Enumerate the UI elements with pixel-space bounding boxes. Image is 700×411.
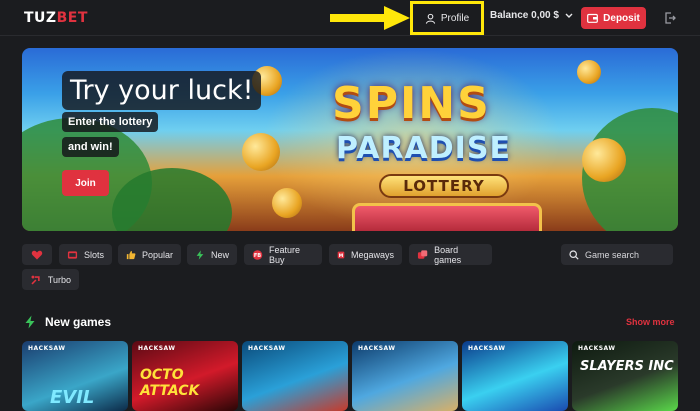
coin-decoration <box>577 60 601 84</box>
banner-subtitle: and win! <box>62 137 119 157</box>
user-icon <box>425 13 435 24</box>
board-games-icon <box>417 249 428 259</box>
thumbs-up-icon <box>126 250 136 259</box>
banner-title: Try your luck! <box>62 71 262 110</box>
section-title: New games <box>45 315 112 329</box>
game-tile[interactable]: HACKSAW EVIL <box>22 341 128 411</box>
game-tile[interactable]: HACKSAW SLAYERS INC <box>572 341 678 411</box>
category-megaways[interactable]: M Megaways <box>329 244 402 265</box>
game-tile[interactable]: HACKSAW <box>462 341 568 411</box>
search-input[interactable] <box>585 249 665 260</box>
category-popular[interactable]: Popular <box>118 244 181 265</box>
deposit-label: Deposit <box>603 12 640 24</box>
turbo-icon <box>31 275 40 284</box>
profile-button[interactable]: Profile <box>410 1 484 35</box>
profile-label: Profile <box>440 12 470 24</box>
category-turbo[interactable]: Turbo <box>22 269 79 290</box>
svg-text:M: M <box>339 252 344 258</box>
arrow-annotation-icon <box>330 6 410 30</box>
category-new[interactable]: New <box>187 244 237 265</box>
balance-dropdown[interactable]: Balance 0,00 $ <box>490 10 573 21</box>
show-more-link[interactable]: Show more <box>626 317 675 327</box>
logout-icon[interactable] <box>663 11 677 25</box>
megaways-icon: M <box>337 251 345 258</box>
site-logo[interactable]: TUZBET <box>24 10 88 26</box>
search-icon <box>569 249 579 260</box>
chevron-down-icon <box>565 13 573 18</box>
balance-label: Balance 0,00 $ <box>490 10 559 21</box>
coin-decoration <box>272 188 302 218</box>
top-header: TUZBET Profile Balance 0,00 $ Deposit <box>0 0 700 36</box>
heart-icon <box>31 250 43 259</box>
game-title: EVIL <box>50 387 95 408</box>
game-tile[interactable]: HACKSAW OCTO ATTACK <box>132 341 238 411</box>
slot-machine-image <box>352 203 542 231</box>
game-tile[interactable]: HACKSAW <box>242 341 348 411</box>
feature-buy-icon: FB <box>252 249 263 260</box>
spins-logo-text: SPINS <box>332 78 491 129</box>
coin-decoration <box>582 138 626 182</box>
game-tile[interactable]: HACKSAW <box>352 341 458 411</box>
game-title: SLAYERS INC <box>580 359 674 374</box>
category-slots[interactable]: Slots <box>59 244 112 265</box>
banner-subtitle: Enter the lottery <box>62 112 159 132</box>
join-button[interactable]: Join <box>62 170 109 196</box>
svg-text:FB: FB <box>254 253 261 259</box>
category-feature-buy[interactable]: FB Feature Buy <box>244 244 322 265</box>
lottery-logo-text: LOTTERY <box>379 174 509 198</box>
promo-banner[interactable]: SPINS PARADISE LOTTERY Try your luck! En… <box>22 48 678 231</box>
lightning-icon <box>196 249 204 260</box>
favorites-chip[interactable] <box>22 244 52 265</box>
category-board-games[interactable]: Board games <box>409 244 492 265</box>
deposit-button[interactable]: Deposit <box>581 7 646 29</box>
wallet-icon <box>587 13 599 23</box>
coin-decoration <box>242 133 280 171</box>
game-search[interactable] <box>561 244 673 265</box>
paradise-logo-text: PARADISE <box>336 131 511 166</box>
lightning-icon <box>25 315 35 329</box>
slot-machine-icon <box>67 250 78 259</box>
game-title: OCTO ATTACK <box>140 367 200 399</box>
